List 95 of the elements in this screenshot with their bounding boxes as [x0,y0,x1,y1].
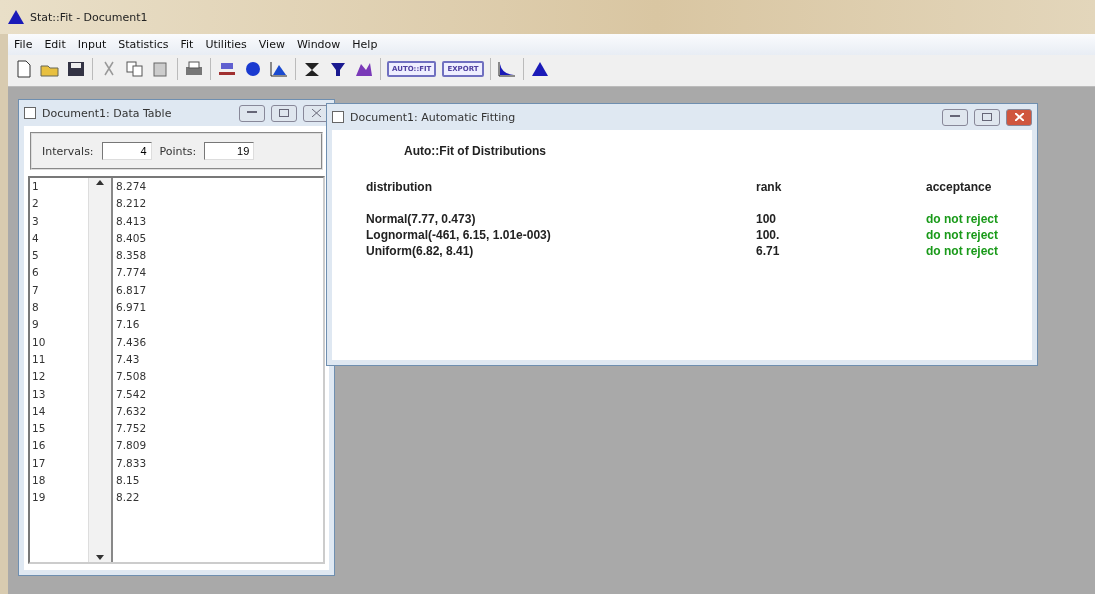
table-cell-text: 7.542 [116,386,148,402]
row-number: 8 [32,300,40,316]
column-header: distribution [366,180,433,194]
intervals-label: Intervals: [42,144,94,158]
table-cell-text: 7.752 [116,421,148,437]
row-number: 2 [32,196,40,212]
menu-item[interactable]: View [258,38,285,51]
minimize-button[interactable] [239,104,265,122]
table-cell-text: 7.43 [116,351,141,367]
table-cell-text: 8.413 [116,213,148,229]
window-title: Document1: Data Table [42,106,173,120]
row-number: 16 [32,438,47,454]
app-logo-icon [8,10,24,24]
distribution-name: Lognormal(-461, 6.15, 1.01e-003) [366,228,552,242]
curve-chart-icon[interactable] [496,60,517,78]
distribution-name: Normal(7.77, 0.473) [366,212,477,226]
maximize-button[interactable] [271,104,297,122]
menu-item[interactable]: Statistics [118,38,169,51]
table-cell-text: 7.774 [116,265,148,281]
new-file-icon[interactable] [14,60,34,78]
close-button[interactable] [1006,108,1032,126]
table-cell-text: 8.405 [116,230,148,246]
close-icon [311,109,321,117]
menu-item[interactable]: Utilities [205,38,247,51]
menu-item[interactable]: Help [352,38,378,51]
row-number: 19 [32,490,47,506]
minimize-icon [950,115,960,119]
table-cell-text: 7.833 [116,455,148,471]
table-cell-text: 7.809 [116,438,148,454]
minimize-button[interactable] [942,108,968,126]
row-number: 5 [32,248,40,264]
acceptance-value: do not reject [926,212,999,226]
table-cell-text: 6.971 [116,300,148,316]
menu-item[interactable]: Fit [180,38,194,51]
column-header: acceptance [926,180,993,194]
print-icon[interactable] [184,60,204,78]
table-cell-text: 6.817 [116,282,148,298]
row-number: 18 [32,473,47,489]
table-cell-text: 7.16 [116,317,141,333]
intervals-field[interactable]: 4 [101,142,152,160]
row-number: 9 [32,317,40,333]
menu-item[interactable]: Input [77,38,107,51]
distribution-name: Uniform(6.82, 8.41) [366,244,475,258]
copy-icon[interactable] [125,60,145,78]
row-number: 17 [32,455,47,471]
rank-value: 6.71 [756,244,781,258]
table-cell-text: 8.358 [116,248,148,264]
table-cell-text: 7.436 [116,334,148,350]
document-icon [332,111,344,123]
close-button[interactable] [303,104,329,122]
table-cell-text: 8.15 [116,473,141,489]
table-cell-text: 7.508 [116,369,148,385]
minimize-icon [247,111,257,115]
row-number: 12 [32,369,47,385]
rank-value: 100. [756,228,781,242]
row-number: 10 [32,334,47,350]
scroll-down-icon[interactable] [96,552,104,562]
table-cell-text: 7.632 [116,403,148,419]
row-number: 6 [32,265,40,281]
window-title: Document1: Automatic Fitting [350,110,517,124]
document-icon [24,107,36,119]
acceptance-value: do not reject [926,244,999,258]
menu-item[interactable]: Edit [44,38,66,51]
column-header: rank [756,180,783,194]
maximize-icon [982,113,992,121]
statistics-icon[interactable] [217,60,237,78]
histogram-icon[interactable] [269,60,289,78]
window-title: Stat::Fit - Document1 [30,10,148,24]
row-number: 7 [32,282,40,298]
menu-item[interactable]: File [14,38,33,51]
results-heading: Auto::Fit of Distributions [404,144,547,158]
row-number: 3 [32,213,40,229]
maximize-icon [279,109,289,117]
table-cell-text: 8.212 [116,196,148,212]
acceptance-value: do not reject [926,228,999,242]
row-number: 14 [32,403,47,419]
globe-icon[interactable] [243,60,263,78]
points-field[interactable]: 19 [204,142,255,160]
menu-item[interactable]: Window [296,38,341,51]
row-number: 15 [32,421,47,437]
scroll-up-icon[interactable] [96,178,104,188]
table-cell-text: 8.274 [116,179,148,194]
row-number: 11 [32,351,47,367]
scrollbar[interactable] [88,178,113,562]
table-cell-text: 8.22 [116,490,141,506]
row-number: 13 [32,386,47,402]
row-number: 1 [32,179,40,194]
save-icon[interactable] [66,60,86,78]
rank-value: 100 [756,212,778,226]
distribution-icon[interactable] [529,60,550,78]
close-icon [1014,113,1024,121]
row-number: 4 [32,230,40,246]
maximize-button[interactable] [974,108,1000,126]
funnel-icon[interactable] [328,60,348,78]
points-label: Points: [159,144,197,158]
